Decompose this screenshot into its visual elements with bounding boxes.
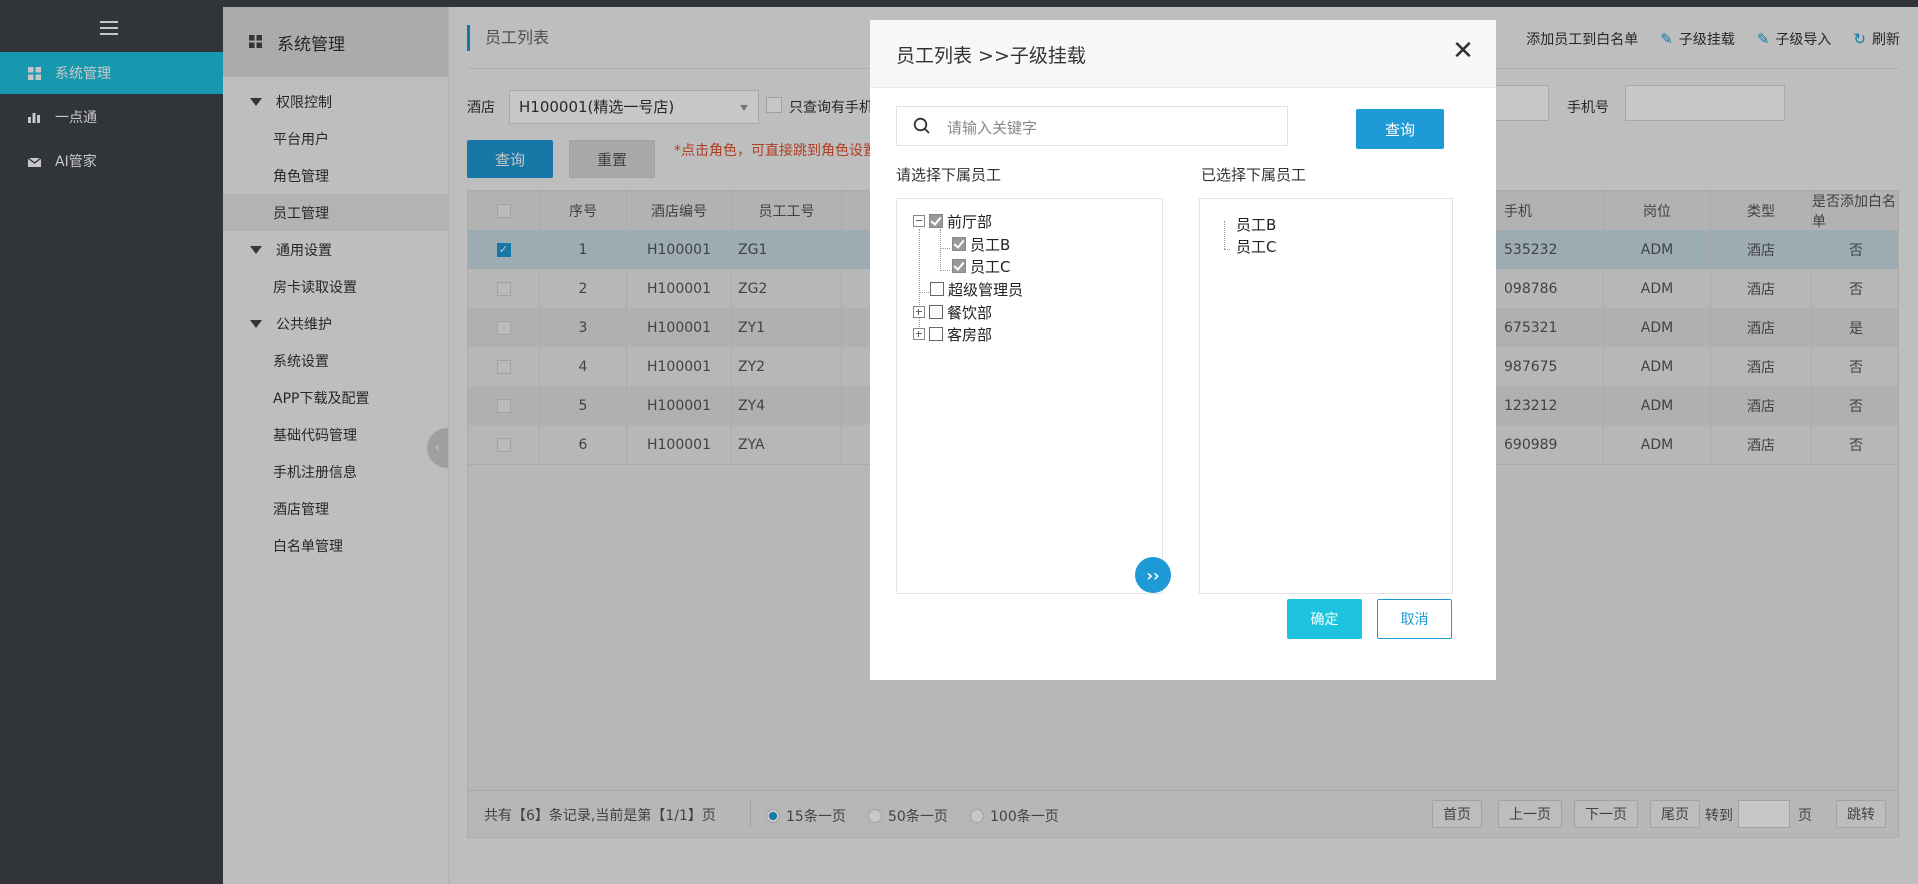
available-employees-label: 请选择下属员工 <box>896 166 1002 184</box>
tree-line <box>940 229 941 271</box>
collapse-icon[interactable] <box>913 215 925 227</box>
cancel-button[interactable]: 取消 <box>1377 599 1452 639</box>
confirm-button[interactable]: 确定 <box>1287 599 1362 639</box>
tree-checkbox[interactable] <box>929 327 943 341</box>
tree-node-label: 客房部 <box>947 325 993 344</box>
modal-query-button[interactable]: 查询 <box>1356 109 1444 149</box>
tree-node-employee-b[interactable]: 员工B <box>952 234 1010 254</box>
tree-checkbox[interactable] <box>952 259 966 273</box>
tree-line <box>919 292 929 293</box>
tree-node-catering[interactable]: 餐饮部 <box>913 302 992 322</box>
tree-node-label: 餐饮部 <box>947 303 993 322</box>
tree-node-housekeeping[interactable]: 客房部 <box>913 324 992 344</box>
selected-employee[interactable]: 员工B <box>1236 214 1276 235</box>
double-chevron-right-icon: ›› <box>1146 565 1160 585</box>
tree-node-label: 超级管理员 <box>948 280 1024 299</box>
tree-node-front-office[interactable]: 前厅部 <box>913 211 992 231</box>
tree-line <box>940 248 950 249</box>
tree-line <box>1224 221 1225 249</box>
tree-node-employee-c[interactable]: 员工C <box>952 256 1010 276</box>
tree-checkbox[interactable] <box>929 305 943 319</box>
keyword-search-input[interactable]: 请输入关键字 <box>896 106 1288 146</box>
search-placeholder: 请输入关键字 <box>947 119 1038 137</box>
move-right-button[interactable]: ›› <box>1135 557 1171 593</box>
tree-checkbox[interactable] <box>952 237 966 251</box>
tree-node-label: 员工C <box>970 257 1011 276</box>
tree-node-super-admin[interactable]: 超级管理员 <box>930 279 1023 299</box>
tree-node-label: 员工B <box>970 235 1011 254</box>
child-mount-modal: 员工列表 >>子级挂载 ✕ 请输入关键字 查询 请选择下属员工 已选择下属员工 … <box>870 20 1496 680</box>
modal-title: 员工列表 >>子级挂载 <box>896 45 1086 67</box>
modal-header: 员工列表 >>子级挂载 ✕ <box>870 20 1496 88</box>
selected-employees-label: 已选择下属员工 <box>1201 166 1307 184</box>
close-icon[interactable]: ✕ <box>1448 36 1478 66</box>
tree-checkbox[interactable] <box>930 282 944 296</box>
selected-employee[interactable]: 员工C <box>1236 236 1276 257</box>
employee-tree-panel: 前厅部 员工B 员工C 超级管理员 餐饮部 客房部 ›› <box>896 198 1171 594</box>
tree-line <box>940 270 950 271</box>
selected-employees-panel: 员工B 员工C <box>1199 198 1453 594</box>
expand-icon[interactable] <box>913 328 925 340</box>
tree-line <box>1224 249 1230 250</box>
tree-node-label: 前厅部 <box>947 212 993 231</box>
tree-checkbox[interactable] <box>929 214 943 228</box>
expand-icon[interactable] <box>913 306 925 318</box>
search-icon <box>913 117 931 139</box>
